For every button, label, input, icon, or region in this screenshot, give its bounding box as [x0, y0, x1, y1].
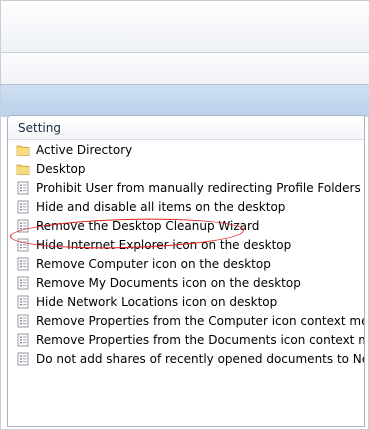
list-item-label: Remove the Desktop Cleanup Wizard — [36, 218, 260, 233]
policy-setting-icon — [16, 352, 30, 366]
list-item-label: Remove My Documents icon on the desktop — [36, 275, 301, 290]
list-item-desktop[interactable]: Desktop — [8, 159, 364, 178]
list-item-policy[interactable]: Remove Properties from the Computer icon… — [8, 311, 364, 330]
policy-setting-icon — [16, 257, 30, 271]
policy-setting-icon — [16, 200, 30, 214]
list-item-policy[interactable]: Do not add shares of recently opened doc… — [8, 349, 364, 368]
folder-icon — [16, 162, 30, 176]
navigation-band — [1, 85, 369, 117]
list-item-active-directory[interactable]: Active Directory — [8, 140, 364, 159]
list-item-label: Hide and disable all items on the deskto… — [36, 199, 286, 214]
window-frame: Setting Active Directory Desktop Prohibi… — [0, 0, 369, 430]
address-bar-area — [1, 53, 369, 85]
list-item-policy[interactable]: Remove My Documents icon on the desktop — [8, 273, 364, 292]
policy-setting-icon — [16, 219, 30, 233]
list-item-label: Desktop — [36, 161, 86, 176]
list-item-policy[interactable]: Hide Network Locations icon on desktop — [8, 292, 364, 311]
toolbar-area — [1, 1, 369, 53]
list-item-policy[interactable]: Prohibit User from manually redirecting … — [8, 178, 364, 197]
policy-setting-icon — [16, 295, 30, 309]
list-item-label: Hide Network Locations icon on desktop — [36, 294, 278, 309]
list-item-policy[interactable]: Hide and disable all items on the deskto… — [8, 197, 364, 216]
list-item-policy-highlighted[interactable]: Remove the Desktop Cleanup Wizard — [8, 216, 364, 235]
list-item-label: Prohibit User from manually redirecting … — [36, 180, 361, 195]
list-item-label: Active Directory — [36, 142, 133, 157]
list-item-label: Do not add shares of recently opened doc… — [36, 351, 364, 366]
list-item-policy[interactable]: Hide Internet Explorer icon on the deskt… — [8, 235, 364, 254]
list-item-label: Remove Properties from the Computer icon… — [36, 313, 365, 328]
list-item-label: Hide Internet Explorer icon on the deskt… — [36, 237, 292, 252]
policy-setting-icon — [16, 314, 30, 328]
policy-setting-icon — [16, 333, 30, 347]
list-item-policy[interactable]: Remove Properties from the Documents ico… — [8, 330, 364, 349]
policy-setting-icon — [16, 238, 30, 252]
list-item-label: Remove Computer icon on the desktop — [36, 256, 271, 271]
folder-icon — [16, 143, 30, 157]
list-item-policy[interactable]: Remove Computer icon on the desktop — [8, 254, 364, 273]
policy-setting-icon — [16, 276, 30, 290]
settings-list-panel: Setting Active Directory Desktop Prohibi… — [7, 115, 365, 427]
column-header-setting[interactable]: Setting — [8, 116, 364, 140]
list-item-label: Remove Properties from the Documents ico… — [36, 332, 365, 347]
policy-setting-icon — [16, 181, 30, 195]
